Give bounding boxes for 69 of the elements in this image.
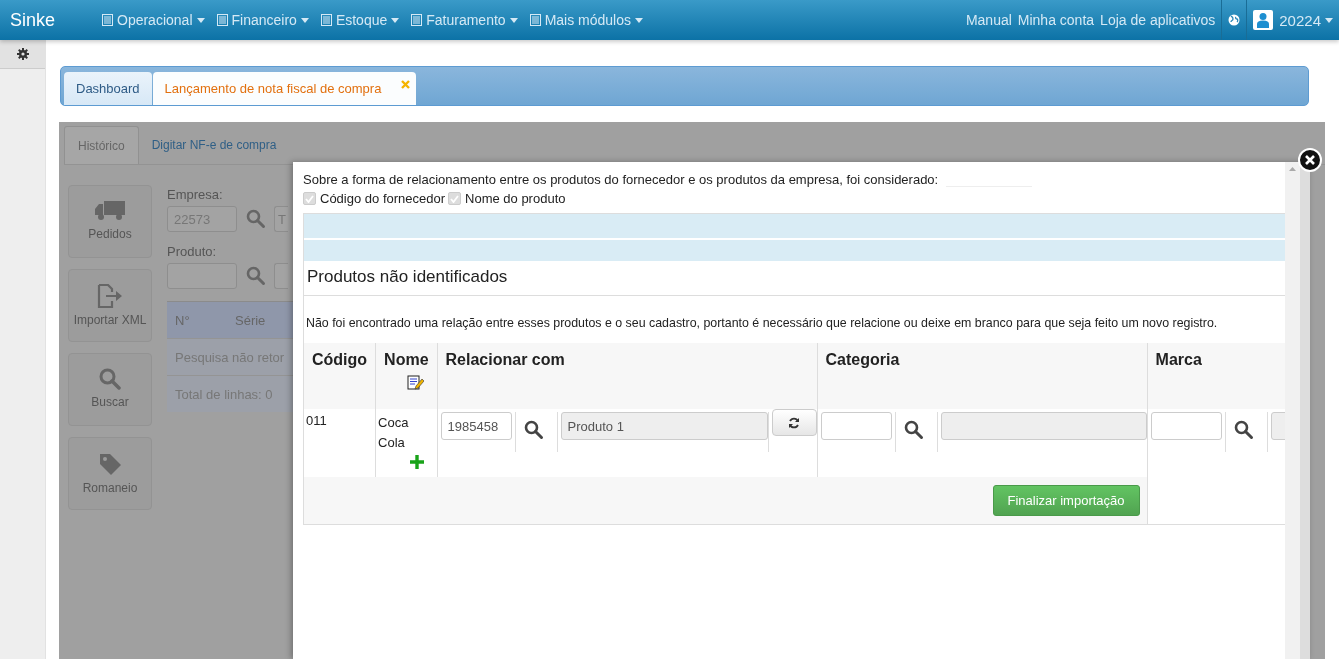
menu-item[interactable]: Mais módulos — [529, 12, 643, 28]
description-text: Não foi encontrado uma relação entre esses produtos e o seu cadastro, portanto é necessário que relacione ou deixe em branco para que seja feito um novo registro. — [305, 315, 1219, 332]
column-header: Série — [235, 312, 267, 328]
column-header: Nome — [384, 351, 429, 368]
refresh-icon — [788, 416, 801, 429]
menu-item[interactable]: Operacional — [102, 12, 205, 28]
tab[interactable]: Lançamento de nota fiscal de compra — [152, 72, 417, 105]
column-header: N° — [175, 312, 191, 328]
list-icon — [102, 14, 113, 26]
globe-icon[interactable] — [1228, 14, 1241, 26]
input-field[interactable] — [274, 263, 288, 289]
avatar-icon[interactable] — [1253, 10, 1274, 30]
list-icon — [320, 14, 332, 26]
readonly-field[interactable] — [940, 412, 1147, 440]
action-button[interactable]: Pedidos — [68, 185, 152, 258]
list-icon — [216, 14, 228, 26]
caret-icon — [300, 17, 309, 23]
nav-link[interactable]: Manual — [965, 12, 1012, 28]
list-icon — [411, 14, 423, 26]
tab[interactable]: Dashboard — [64, 72, 152, 105]
user-icon — [1256, 12, 1271, 28]
menu-item[interactable]: Financeiro — [216, 12, 309, 28]
refresh-button[interactable] — [771, 409, 817, 436]
caret-icon — [1325, 17, 1333, 23]
tab[interactable]: Histórico — [64, 126, 139, 164]
user-menu[interactable]: 20224 — [1279, 11, 1333, 29]
search-icon[interactable] — [523, 420, 544, 440]
caret-icon — [391, 17, 400, 23]
add-icon[interactable] — [410, 455, 425, 469]
scroll-up-icon — [1289, 167, 1296, 171]
nav-link[interactable]: Minha conta — [1017, 12, 1095, 28]
edit-icon[interactable] — [407, 375, 425, 392]
truck-icon — [94, 200, 126, 222]
search-icon[interactable] — [1233, 420, 1254, 440]
tag-icon — [98, 452, 122, 476]
column-header: Relacionar com — [445, 351, 565, 368]
search-icon — [99, 368, 121, 390]
field-label: Empresa: — [167, 187, 224, 202]
column-header: Código — [312, 351, 368, 368]
input-field[interactable] — [820, 412, 892, 440]
menu-item[interactable]: Faturamento — [411, 12, 518, 28]
input-field[interactable] — [1150, 412, 1222, 440]
checkbox-label: Nome do produto — [465, 191, 566, 206]
tab[interactable]: Digitar NF-e de compra — [138, 126, 290, 164]
readonly-field[interactable]: Produto 1 — [560, 412, 768, 440]
column-header: Marca — [1155, 351, 1202, 368]
intro-text: Sobre a forma de relacionamento entre os produtos do fornecedor e os produtos da empresa, foi considerado: — [303, 172, 939, 187]
action-button[interactable]: Buscar — [68, 353, 152, 426]
settings-button[interactable] — [0, 40, 45, 69]
settings-icon — [16, 48, 29, 60]
brand-logo[interactable]: Sinke — [10, 9, 102, 31]
field-label: Produto: — [167, 244, 218, 259]
input-field[interactable]: 1985458 — [440, 412, 512, 440]
scrollbar[interactable] — [1285, 162, 1300, 659]
checkbox-label: Código do fornecedor — [320, 191, 446, 206]
column-header: Categoria — [825, 351, 900, 368]
list-icon — [529, 14, 541, 26]
file-export-icon — [97, 284, 123, 308]
finish-import-button[interactable]: Finalizar importação — [992, 485, 1140, 516]
nav-link[interactable]: Loja de aplicativos — [1100, 12, 1216, 28]
caret-icon — [196, 17, 205, 23]
caret-icon — [509, 17, 518, 23]
action-button[interactable]: Romaneio — [68, 437, 152, 510]
table-cell-text: Coca Cola — [378, 414, 410, 452]
action-button[interactable]: Importar XML — [68, 269, 152, 342]
search-icon[interactable] — [903, 420, 924, 440]
table-cell: 011 — [306, 413, 327, 428]
caret-icon — [635, 17, 643, 23]
menu-item[interactable]: Estoque — [320, 12, 400, 28]
